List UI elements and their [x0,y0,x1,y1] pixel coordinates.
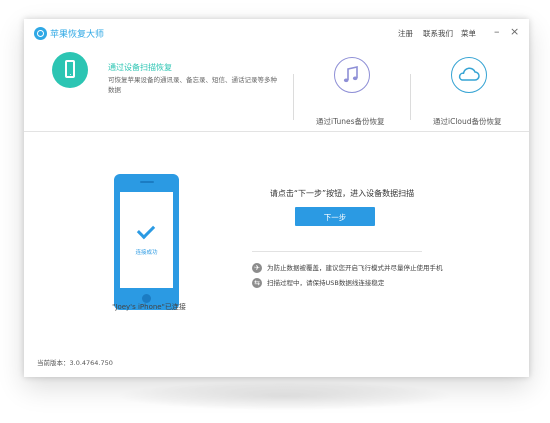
window-shadow [120,382,450,410]
speaker [140,181,154,183]
tip-airplane-mode: ✈ 为防止数据被覆盖，建议您开启飞行模式并尽量停止使用手机 [252,262,443,273]
device-caption: "Joey's iPhone"已连接 [112,303,186,311]
phone-icon [52,52,88,88]
mode-device-scan-title: 通过设备扫描恢复 [108,63,172,72]
mode-selector: 通过设备扫描恢复 可恢复苹果设备的通讯录、备忘录、短信、通话记录等多种数据 通过… [24,49,529,132]
close-button[interactable]: × [510,25,519,39]
instruction-text: 请点击“下一步”按钮，进入设备数据扫描 [269,189,415,198]
cloud-icon [451,57,487,93]
mode-device-scan-description: 可恢复苹果设备的通讯录、备忘录、短信、通话记录等多种数据 [108,76,277,94]
app-window: 苹果恢复大师 注册 联系我们 菜单 – × 通过设备扫描恢复 可恢复苹果设备的通… [24,19,529,377]
mode-itunes-backup-label: 通过iTunes备份恢复 [316,117,385,126]
app-title: 苹果恢复大师 [50,30,105,40]
divider [252,251,422,252]
tip-text: 扫描过程中，请保持USB数据线连接稳定 [267,279,385,287]
mode-divider [293,74,294,120]
title-bar: 苹果恢复大师 注册 联系我们 菜单 – × [24,19,529,49]
check-icon [136,220,156,240]
menu-register[interactable]: 注册 [398,28,413,39]
plane-icon: ✈ [252,263,262,273]
mode-icloud-backup-label: 通过iCloud备份恢复 [433,117,502,126]
connection-status: 连接成功 [135,250,158,256]
mode-divider [410,74,411,120]
menu-contact-us[interactable]: 联系我们 [423,28,453,39]
minimize-button[interactable]: – [494,25,500,39]
tip-usb-connection: ⇆ 扫描过程中，请保持USB数据线连接稳定 [252,277,384,288]
next-button[interactable]: 下一步 [295,207,375,226]
tip-text: 为防止数据被覆盖，建议您开启飞行模式并尽量停止使用手机 [267,264,443,272]
usb-icon: ⇆ [252,278,262,288]
device-screen: 连接成功 [120,192,173,288]
version-label: 当前版本：3.0.4764.750 [37,359,113,367]
app-logo-icon [34,27,47,40]
menu-menu[interactable]: 菜单 [461,28,476,39]
music-note-icon [334,57,370,93]
device-illustration: 连接成功 [114,174,179,310]
